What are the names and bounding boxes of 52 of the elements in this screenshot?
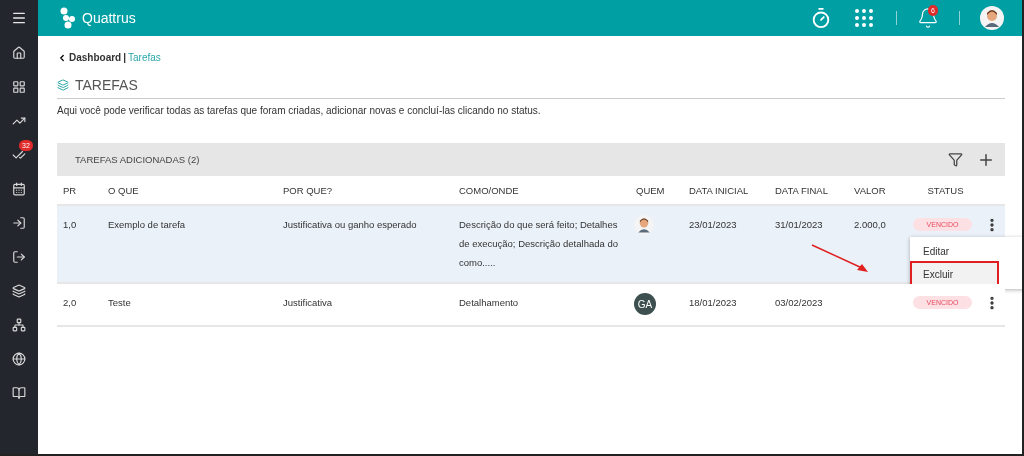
column-header: DATA INICIAL xyxy=(688,184,750,196)
column-header: STATUS xyxy=(926,184,965,196)
menu-icon[interactable] xyxy=(11,10,27,26)
column-header: DATA FINAL xyxy=(774,184,829,196)
table-cell-text: 2,0 xyxy=(62,296,78,310)
grid-icon[interactable] xyxy=(12,80,26,94)
layers-icon[interactable] xyxy=(12,284,26,298)
apps-grid-icon[interactable] xyxy=(852,6,876,30)
dashboard-link[interactable]: Dashboard xyxy=(69,52,122,63)
menu-item[interactable]: Excluir xyxy=(912,263,997,286)
home-icon[interactable] xyxy=(12,46,26,60)
table-cell-text: Detalhamento xyxy=(458,296,520,310)
hierarchy-icon[interactable] xyxy=(12,318,26,332)
table-cell-text: 2.000,0 xyxy=(853,218,887,232)
table-cell-text: Exemplo de tarefa xyxy=(107,218,187,232)
table-cell-text: Justificativa ou ganho esperado xyxy=(282,218,418,232)
table-cell-text: 03/02/2023 xyxy=(774,296,824,310)
login-icon[interactable] xyxy=(12,216,26,230)
current-page: Tarefas xyxy=(128,52,161,63)
logout-icon[interactable] xyxy=(12,250,26,264)
breadcrumb-separator: | xyxy=(123,52,127,63)
bell-icon[interactable] xyxy=(917,7,939,29)
table-cell-text: Justificativa xyxy=(282,296,334,310)
app-name: Quattrus xyxy=(82,10,136,26)
initials-avatar: GA xyxy=(634,293,656,315)
book-icon[interactable] xyxy=(12,386,26,400)
filter-button[interactable] xyxy=(948,152,963,167)
avatar xyxy=(980,6,1004,30)
stopwatch-icon[interactable] xyxy=(810,7,832,29)
double-check-icon[interactable] xyxy=(12,148,26,162)
annotation-arrow xyxy=(811,244,868,272)
column-header: O QUE xyxy=(107,184,140,196)
column-header: POR QUE? xyxy=(282,184,334,196)
panel-title: TAREFAS ADICIONADAS (2) xyxy=(75,154,201,165)
globe-icon[interactable] xyxy=(12,352,26,366)
column-header: COMO/ONDE xyxy=(458,184,520,196)
avatar xyxy=(634,215,654,235)
table-cell-text: Descrição do que será feito; Detalhes de execução; Descrição detalhada do como..... xyxy=(458,218,619,270)
table-cell-text: Teste xyxy=(107,296,132,310)
logo-icon xyxy=(60,7,76,29)
column-header: VALOR xyxy=(853,184,887,196)
table-cell-text: 23/01/2023 xyxy=(688,218,738,232)
layers-icon xyxy=(57,79,69,91)
column-header: QUEM xyxy=(635,184,666,196)
table-cell-text: 31/01/2023 xyxy=(774,218,824,232)
page-title: TAREFAS xyxy=(75,77,138,93)
calendar-icon[interactable] xyxy=(12,182,26,196)
table-cell-text: 1,0 xyxy=(62,218,78,232)
back-icon xyxy=(57,52,67,63)
page-description: Aqui você pode verificar todas as tarefas que foram criadas, adicionar novas e concluí-las clicando no status. xyxy=(57,105,542,116)
column-header: PR xyxy=(62,184,78,196)
table-cell-text: 18/01/2023 xyxy=(688,296,738,310)
